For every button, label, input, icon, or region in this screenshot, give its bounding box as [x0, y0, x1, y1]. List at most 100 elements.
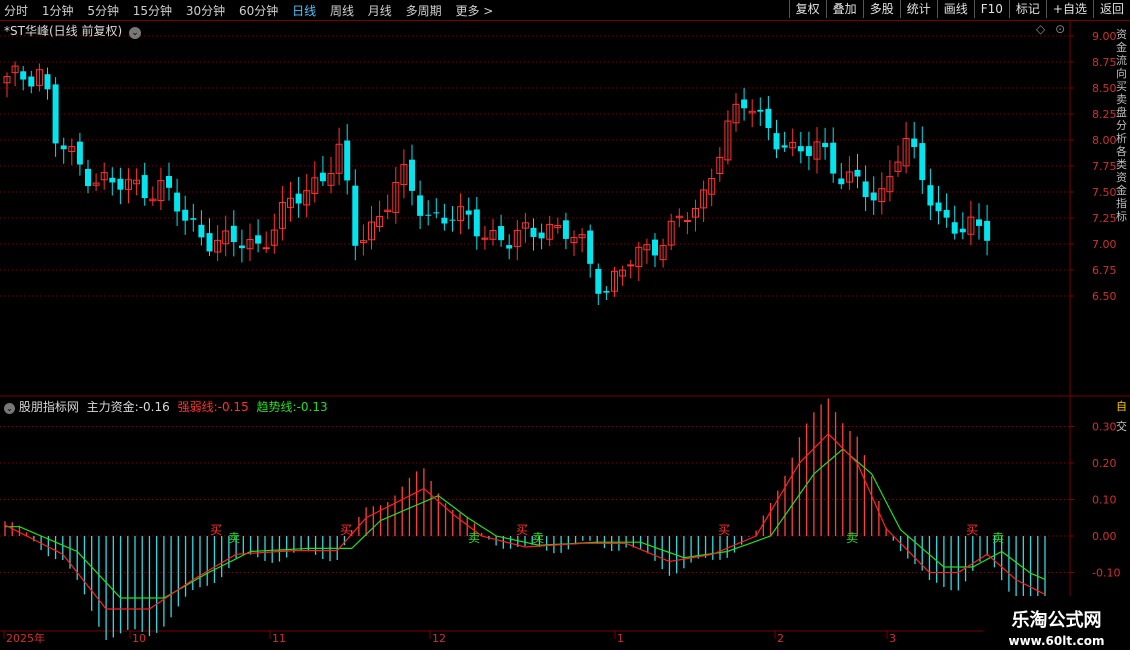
add-favorite-button[interactable]: +自选 [1045, 0, 1093, 18]
price-tick-label: 6.50 [1092, 290, 1117, 303]
indicator-tick-label: -0.10 [1092, 567, 1120, 580]
candle-body-down [465, 210, 472, 215]
candle-body-down [959, 228, 966, 233]
price-tick-label: 7.75 [1092, 160, 1117, 173]
candle-body-down [822, 142, 829, 148]
tab-period[interactable]: 月线 [368, 4, 392, 18]
watermark-url: www.60lt.com [1008, 634, 1105, 648]
mark-button[interactable]: 标记 [1008, 0, 1046, 18]
tab-period[interactable]: 多周期 [406, 4, 442, 18]
panel-controls: ◇ ⊙ [1036, 22, 1065, 36]
multi-stock-button[interactable]: 多股 [862, 0, 900, 18]
back-button[interactable]: 返回 [1092, 0, 1130, 18]
sidebar-vertical-text: 资金流向买卖盘分析各类资金指标 [1116, 28, 1127, 223]
indicator-header: ⌄ 股朋指标网 主力资金:-0.16 强弱线:-0.15 趋势线:-0.13 [4, 398, 328, 415]
main-force-bars [4, 398, 1046, 640]
candle-body-down [935, 202, 942, 212]
top-toolbar: 分时 1分钟 5分钟 15分钟 30分钟 60分钟 日线 周线 月线 多周期 更… [0, 0, 1130, 21]
candle-body-down [174, 192, 181, 212]
candle-body-down [838, 178, 845, 185]
price-tick-label: 7.00 [1092, 238, 1117, 251]
candle-body-down [255, 235, 262, 244]
candle-body-down [781, 145, 788, 148]
candle-body-down [76, 141, 83, 165]
indicator-tick-label: 0.30 [1092, 421, 1117, 434]
tab-period-active[interactable]: 日线 [292, 4, 316, 18]
candle-body-down [976, 219, 982, 226]
tab-period[interactable]: 1分钟 [42, 4, 74, 18]
diamond-icon[interactable]: ◇ [1036, 22, 1045, 36]
candle-body-down [595, 268, 602, 294]
price-tick-label: 8.00 [1092, 134, 1117, 147]
candle-body-up [627, 264, 635, 267]
candle-body-down [198, 224, 205, 238]
statistics-button[interactable]: 统计 [899, 0, 937, 18]
strength-label: 强弱线: [177, 400, 218, 414]
candle-body-down [927, 185, 934, 206]
tab-period[interactable]: 30分钟 [186, 4, 225, 18]
main-force-label: 主力资金: [86, 400, 139, 414]
candle-body-down [797, 146, 804, 152]
f10-button[interactable]: F10 [973, 0, 1009, 18]
candle-body-down [352, 185, 359, 246]
sell-signal: 卖 [532, 531, 544, 545]
candle-body-down [530, 227, 537, 237]
sell-signal: 卖 [228, 531, 240, 545]
candle-body-down [805, 146, 812, 156]
candle-body-down [28, 76, 35, 87]
price-tick-label: 8.75 [1092, 56, 1117, 69]
sell-signal: 卖 [468, 531, 480, 545]
tab-period[interactable]: 60分钟 [239, 4, 278, 18]
candle-body-down [409, 159, 415, 191]
buy-signal: 买 [966, 523, 978, 537]
tab-period[interactable]: 5分钟 [87, 4, 119, 18]
candle-body-down [538, 232, 545, 239]
candle-body-down [109, 177, 116, 183]
watermark-logo: 乐淘公式网 www.60lt.com [983, 596, 1130, 650]
candle-body-down [943, 209, 950, 218]
strength-value: -0.15 [217, 400, 249, 414]
date-label: 2 [777, 632, 784, 645]
stock-title-row: *ST华峰(日线 前复权) ⌄ [4, 22, 141, 39]
gear-icon[interactable]: ⊙ [1055, 22, 1065, 36]
candle-body-down [506, 245, 513, 249]
tab-period[interactable]: 15分钟 [133, 4, 172, 18]
chart-area[interactable]: 买卖买卖买卖买卖买卖 9.008.758.508.258.007.757.507… [0, 21, 1130, 650]
sell-signal: 卖 [846, 531, 858, 545]
candle-body-down [441, 217, 448, 224]
candle-body-down [862, 181, 869, 198]
candle-body-down [757, 109, 764, 112]
chevron-down-icon[interactable]: ⌄ [128, 27, 141, 39]
tab-period[interactable]: 分时 [4, 4, 28, 18]
price-tick-label: 7.25 [1092, 212, 1117, 225]
buy-signal: 买 [210, 523, 222, 537]
candle-body-down [417, 195, 424, 216]
date-label: 3 [889, 632, 896, 645]
candle-body-down [433, 212, 440, 214]
strength-line [4, 432, 1046, 610]
date-label: 12 [432, 632, 446, 645]
draw-line-button[interactable]: 画线 [936, 0, 974, 18]
trend-label: 趋势线: [256, 400, 297, 414]
price-tick-label: 8.50 [1092, 82, 1117, 95]
price-tick-label: 9.00 [1092, 30, 1117, 43]
candle-body-down [587, 230, 594, 264]
candle-body-down [830, 142, 837, 174]
toolbar-actions: 复权 叠加 多股 统计 画线 F10 标记 +自选 返回 [788, 0, 1130, 20]
candle-body-down [238, 245, 245, 249]
candle-body-down [344, 140, 351, 181]
overlay-button[interactable]: 叠加 [825, 0, 863, 18]
tab-period[interactable]: 周线 [330, 4, 354, 18]
indicator-menu-icon[interactable]: ⌄ [4, 403, 15, 414]
candle-body-up [683, 220, 691, 223]
candle-body-down [854, 169, 861, 177]
trend-value: -0.13 [296, 400, 328, 414]
more-periods-button[interactable]: 更多 > [455, 4, 493, 18]
candle-body-down [919, 143, 926, 181]
candle-body-down [141, 175, 148, 199]
indicator-tick-label: 0.10 [1092, 494, 1117, 507]
candle-body-down [60, 145, 67, 150]
fuquan-button[interactable]: 复权 [788, 0, 826, 18]
candlestick-series [3, 61, 991, 306]
candle-body-down [562, 220, 569, 239]
